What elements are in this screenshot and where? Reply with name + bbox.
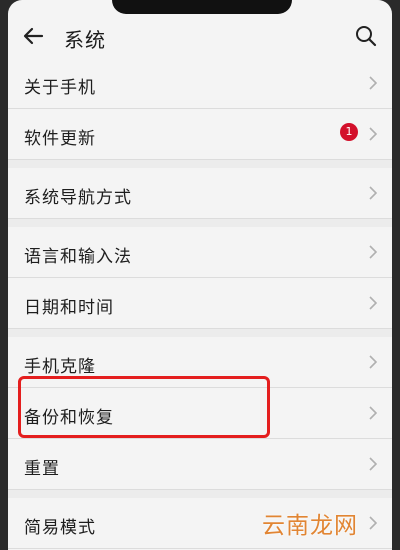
chevron-right-icon	[369, 516, 378, 530]
settings-item-label: 系统导航方式	[24, 188, 132, 208]
chevron-right-icon	[369, 76, 378, 90]
settings-item-about-phone[interactable]: 关于手机	[8, 58, 392, 109]
settings-item-language-input[interactable]: 语言和输入法	[8, 227, 392, 278]
chevron-right-icon	[369, 457, 378, 471]
settings-item-reset[interactable]: 重置	[8, 439, 392, 490]
chevron-right-icon	[369, 127, 378, 141]
settings-item-navigation[interactable]: 系统导航方式	[8, 168, 392, 219]
update-count-badge: 1	[340, 123, 358, 141]
page-title: 系统	[64, 28, 106, 52]
back-arrow-icon[interactable]	[20, 22, 48, 50]
settings-item-label: 备份和恢复	[24, 408, 114, 428]
section-divider	[8, 329, 392, 337]
settings-item-software-update[interactable]: 软件更新 1	[8, 109, 392, 160]
chevron-right-icon	[369, 406, 378, 420]
settings-item-label: 日期和时间	[24, 298, 114, 318]
section-divider	[8, 219, 392, 227]
settings-item-phone-clone[interactable]: 手机克隆	[8, 337, 392, 388]
settings-item-date-time[interactable]: 日期和时间	[8, 278, 392, 329]
chevron-right-icon	[369, 355, 378, 369]
settings-list: 关于手机 软件更新 1 系统导航方式 语言和输入法 日期和时间 手机克隆 备份和…	[8, 58, 392, 549]
settings-item-backup-restore[interactable]: 备份和恢复	[8, 388, 392, 439]
phone-screen: 系统 关于手机 软件更新 1 系统导航方式 语言和输入法 日期和时间 手机克隆 …	[8, 0, 392, 550]
search-icon[interactable]	[352, 22, 380, 50]
watermark-text: 云南龙网	[262, 513, 358, 539]
settings-item-label: 关于手机	[24, 78, 96, 98]
section-divider	[8, 160, 392, 168]
settings-item-label: 手机克隆	[24, 357, 96, 377]
settings-item-label: 软件更新	[24, 129, 96, 149]
settings-item-label: 语言和输入法	[24, 247, 132, 267]
chevron-right-icon	[369, 186, 378, 200]
settings-item-label: 简易模式	[24, 518, 96, 538]
chevron-right-icon	[369, 296, 378, 310]
camera-notch	[112, 0, 292, 14]
section-divider	[8, 490, 392, 498]
chevron-right-icon	[369, 245, 378, 259]
settings-item-label: 重置	[24, 459, 60, 479]
header-bar: 系统	[8, 14, 392, 58]
